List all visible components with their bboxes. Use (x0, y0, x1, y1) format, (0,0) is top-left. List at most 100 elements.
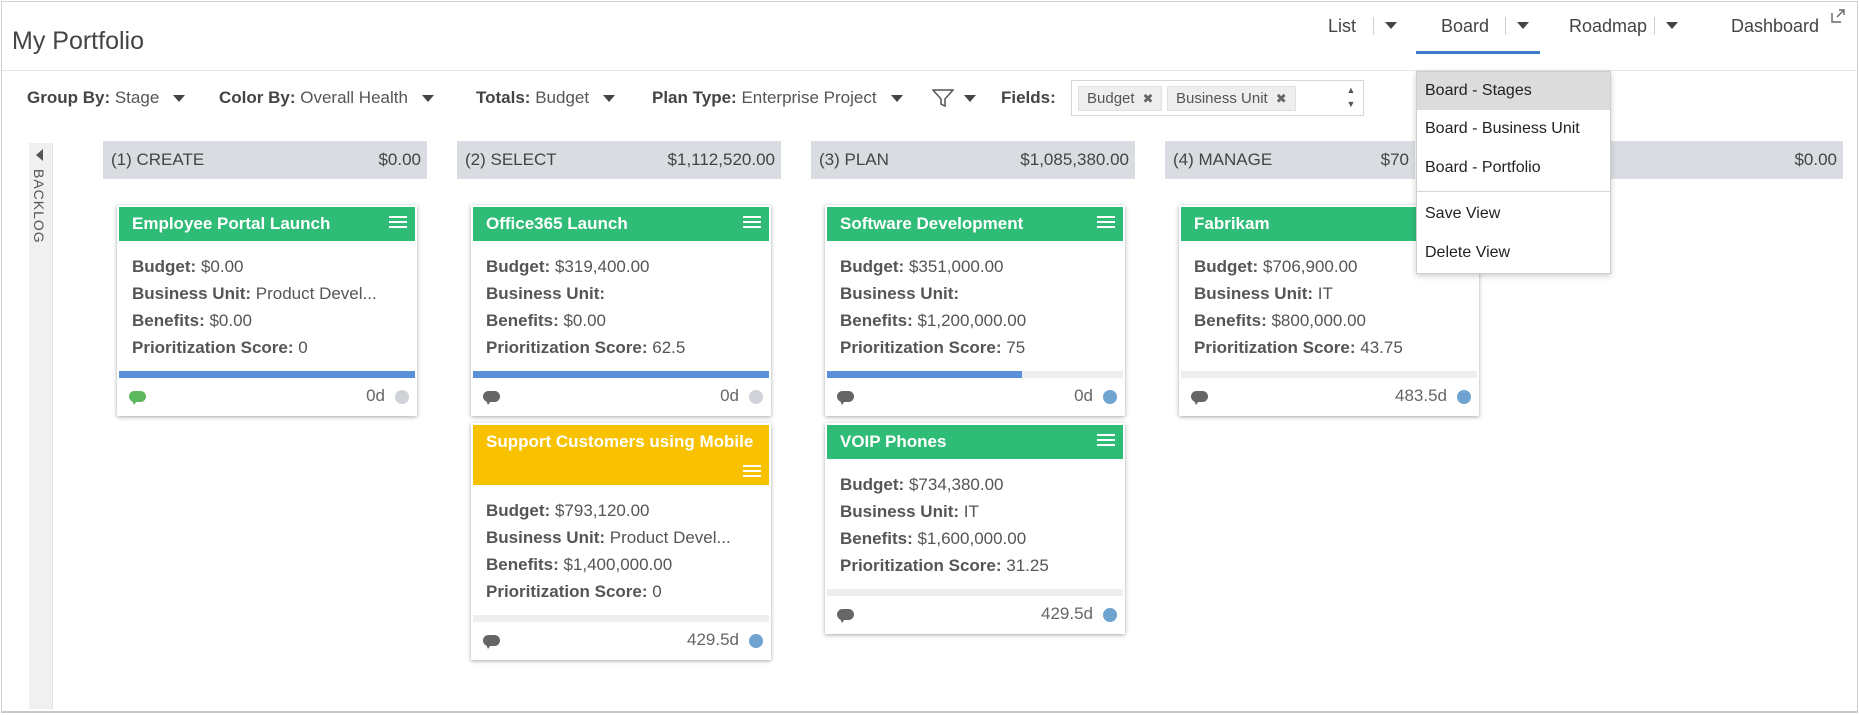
business-unit-value: Product Devel... (609, 528, 731, 547)
field-chip-budget: Budget ✖ (1078, 86, 1163, 111)
card-title[interactable]: Support Customers using Mobile (473, 425, 769, 485)
budget-value: $793,120.00 (554, 501, 650, 520)
project-card[interactable]: VOIP Phones Budget: $734,380.00 Business… (825, 423, 1125, 634)
board-view-menu: Board - Stages Board - Business Unit Boa… (1416, 71, 1611, 274)
comment-icon[interactable] (837, 609, 854, 623)
roadmap-menu-caret[interactable] (1654, 2, 1686, 50)
project-card[interactable]: Support Customers using Mobile Budget: $… (471, 423, 771, 660)
health-indicator (395, 390, 409, 404)
comment-icon[interactable] (837, 391, 854, 405)
progress-bar (119, 371, 415, 378)
menu-item-board-portfolio[interactable]: Board - Portfolio (1417, 149, 1610, 187)
health-indicator (1103, 608, 1117, 622)
progress-bar (827, 371, 1123, 378)
chevron-down-icon (890, 95, 903, 103)
plan-type-dropdown[interactable]: Plan Type: Enterprise Project (652, 88, 903, 108)
comment-icon[interactable] (483, 635, 500, 649)
tab-board[interactable]: Board (1416, 2, 1540, 54)
score-value: 62.5 (652, 338, 686, 357)
totals-dropdown[interactable]: Totals: Budget (476, 88, 616, 108)
fields-scroll-arrows[interactable]: ▲ ▼ (1345, 83, 1357, 113)
benefits-value: $800,000.00 (1271, 311, 1367, 330)
card-menu-icon[interactable] (1097, 216, 1115, 231)
score-value: 0 (652, 582, 662, 601)
comment-icon[interactable] (1191, 391, 1208, 405)
benefits-value: $1,400,000.00 (563, 555, 673, 574)
column-header-plan: (3) PLAN $1,085,380.00 (811, 141, 1135, 179)
card-menu-icon[interactable] (743, 465, 761, 480)
backlog-panel[interactable]: BACKLOG (29, 143, 53, 709)
menu-item-board-business-unit[interactable]: Board - Business Unit (1417, 110, 1610, 148)
duration-label: 429.5d (1041, 604, 1093, 623)
project-card[interactable]: Software Development Budget: $351,000.00… (825, 205, 1125, 416)
card-title[interactable]: Software Development (827, 207, 1123, 241)
project-card[interactable]: Employee Portal Launch Budget: $0.00 Bus… (117, 205, 417, 416)
project-card[interactable]: Office365 Launch Budget: $319,400.00 Bus… (471, 205, 771, 416)
card-title[interactable]: Employee Portal Launch (119, 207, 415, 241)
card-menu-icon[interactable] (1097, 434, 1115, 449)
board-menu-caret[interactable] (1505, 2, 1537, 50)
page-title: My Portfolio (12, 27, 144, 55)
duration-label: 429.5d (687, 630, 739, 649)
chevron-down-icon (421, 95, 434, 103)
column-header-select: (2) SELECT $1,112,520.00 (457, 141, 781, 179)
business-unit-value: Product Devel... (255, 284, 377, 303)
budget-value: $706,900.00 (1262, 257, 1358, 276)
tab-dashboard[interactable]: Dashboard (1731, 2, 1819, 54)
comment-icon[interactable] (483, 391, 500, 405)
health-indicator (749, 634, 763, 648)
list-menu-caret[interactable] (1373, 2, 1405, 50)
budget-value: $319,400.00 (554, 257, 650, 276)
comment-icon[interactable] (129, 391, 146, 405)
benefits-value: $1,200,000.00 (917, 311, 1027, 330)
column-header-create: (1) CREATE $0.00 (103, 141, 427, 179)
menu-divider (1417, 191, 1610, 192)
business-unit-value: IT (1317, 284, 1333, 303)
popout-icon[interactable] (1831, 9, 1845, 23)
health-indicator (749, 390, 763, 404)
menu-item-board-stages[interactable]: Board - Stages (1417, 72, 1610, 110)
duration-label: 0d (366, 386, 385, 405)
progress-bar (1181, 371, 1477, 378)
column-header-close: $0.00 (1611, 141, 1843, 179)
benefits-value: $0.00 (563, 311, 607, 330)
chevron-down-icon (964, 95, 976, 103)
duration-label: 0d (720, 386, 739, 405)
card-menu-icon[interactable] (389, 216, 407, 231)
business-unit-value: IT (963, 502, 979, 521)
color-by-dropdown[interactable]: Color By: Overall Health (219, 88, 434, 108)
budget-value: $351,000.00 (908, 257, 1004, 276)
card-menu-icon[interactable] (743, 216, 761, 231)
score-value: 0 (298, 338, 308, 357)
progress-bar (473, 615, 769, 622)
health-indicator (1457, 390, 1471, 404)
health-indicator (1103, 390, 1117, 404)
chevron-down-icon (173, 95, 186, 103)
fields-selector[interactable]: Budget ✖ Business Unit ✖ ▲ ▼ (1071, 80, 1364, 116)
fields-label: Fields: (1001, 88, 1056, 107)
score-value: 75 (1006, 338, 1026, 357)
duration-label: 0d (1074, 386, 1093, 405)
benefits-value: $1,600,000.00 (917, 529, 1027, 548)
filter-icon[interactable] (931, 88, 955, 108)
collapse-left-icon[interactable] (36, 149, 43, 161)
score-value: 31.25 (1006, 556, 1049, 575)
card-title[interactable]: VOIP Phones (827, 425, 1123, 459)
field-chip-business-unit: Business Unit ✖ (1167, 86, 1296, 111)
menu-item-delete-view[interactable]: Delete View (1417, 234, 1610, 272)
card-title[interactable]: Office365 Launch (473, 207, 769, 241)
progress-bar (827, 589, 1123, 596)
portfolio-window: My Portfolio List Board Roadmap Dashboar… (1, 1, 1858, 713)
progress-bar (473, 371, 769, 378)
tab-roadmap[interactable]: Roadmap (1569, 2, 1678, 54)
chevron-down-icon (603, 95, 616, 103)
remove-chip-icon[interactable]: ✖ (1143, 91, 1154, 106)
benefits-value: $0.00 (209, 311, 253, 330)
budget-value: $0.00 (200, 257, 244, 276)
budget-value: $734,380.00 (908, 475, 1004, 494)
menu-item-save-view[interactable]: Save View (1417, 195, 1610, 233)
tab-list[interactable]: List (1328, 2, 1397, 54)
remove-chip-icon[interactable]: ✖ (1276, 91, 1287, 106)
filter-menu-caret[interactable] (960, 88, 976, 108)
group-by-dropdown[interactable]: Group By: Stage (27, 88, 186, 108)
